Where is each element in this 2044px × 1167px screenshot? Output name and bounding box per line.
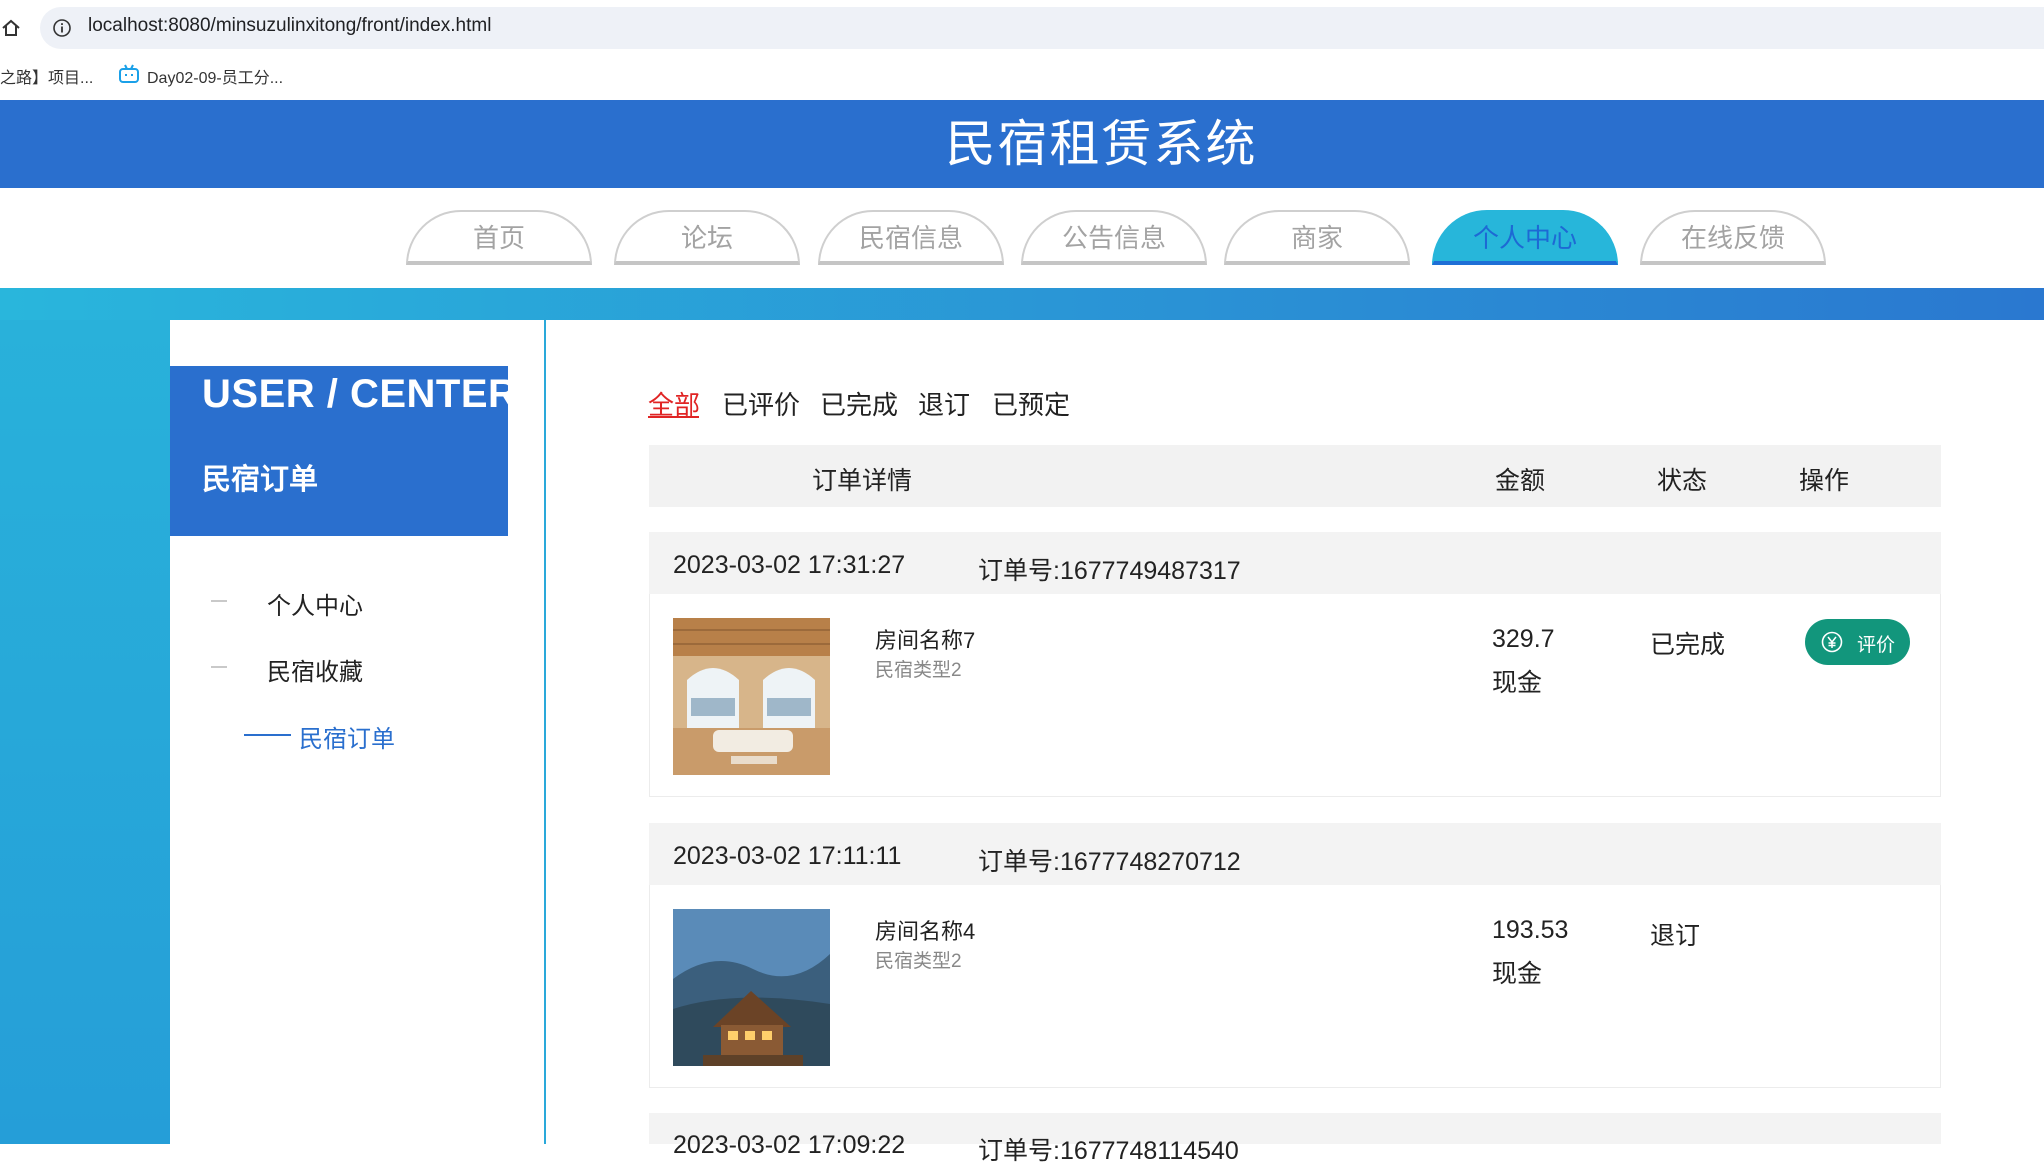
room-thumbnail[interactable] (673, 618, 830, 775)
order-row (649, 885, 1941, 1088)
room-type: 民宿类型2 (875, 951, 962, 972)
nav-tab-personal-center[interactable]: 个人中心 (1432, 210, 1618, 265)
filter-cancelled[interactable]: 退订 (918, 385, 970, 422)
user-center-subtitle: 民宿订单 (202, 464, 319, 496)
rate-button-label: 评价 (1857, 635, 1896, 656)
column-header-detail: 订单详情 (812, 467, 913, 495)
url-text[interactable]: localhost:8080/minsuzulinxitong/front/in… (88, 15, 491, 37)
order-row (649, 594, 1941, 797)
order-status: 退订 (1650, 922, 1701, 950)
content-background-top-strip (0, 288, 2044, 320)
order-number: 订单号:1677748114540 (978, 1137, 1239, 1165)
nav-tab-announcements[interactable]: 公告信息 (1021, 210, 1207, 265)
filter-active-underline (648, 416, 699, 418)
order-number: 订单号:1677748270712 (978, 848, 1241, 876)
order-amount: 193.53 (1492, 916, 1569, 944)
bookmarks-bar (0, 57, 2044, 100)
bookmark-item[interactable]: 之路】项目... (0, 64, 93, 88)
yen-icon (1821, 631, 1843, 653)
nav-tab-home[interactable]: 首页 (406, 210, 592, 265)
payment-type: 现金 (1492, 669, 1543, 697)
bilibili-tv-icon (119, 64, 139, 83)
sidebar-item-personal-center[interactable]: 个人中心 (267, 586, 363, 621)
site-title: 民宿租赁系统 (945, 116, 1258, 172)
room-thumbnail[interactable] (673, 909, 830, 1066)
order-date: 2023-03-02 17:09:22 (673, 1131, 906, 1159)
filter-booked[interactable]: 已预定 (992, 385, 1070, 422)
sidebar-item-dash (211, 666, 227, 668)
payment-type: 现金 (1492, 960, 1543, 988)
sidebar-item-orders[interactable]: 民宿订单 (299, 719, 395, 754)
column-header-status: 状态 (1657, 467, 1708, 495)
sidebar-item-dash (211, 600, 227, 602)
room-type: 民宿类型2 (875, 660, 962, 681)
user-center-title: USER / CENTER (202, 372, 518, 416)
room-name[interactable]: 房间名称7 (875, 623, 975, 655)
rate-button[interactable]: 评价 (1805, 619, 1910, 665)
order-status: 已完成 (1650, 631, 1726, 659)
column-header-amount: 金额 (1495, 467, 1546, 495)
bookmark-item[interactable]: Day02-09-员工分... (147, 64, 283, 88)
nav-tab-feedback[interactable]: 在线反馈 (1640, 210, 1826, 265)
room-name[interactable]: 房间名称4 (875, 914, 975, 946)
nav-tab-homestay-info[interactable]: 民宿信息 (818, 210, 1004, 265)
order-date: 2023-03-02 17:31:27 (673, 551, 906, 579)
order-date: 2023-03-02 17:11:11 (673, 842, 902, 870)
home-icon[interactable] (0, 17, 22, 39)
sidebar-active-indicator (244, 734, 291, 736)
order-amount: 329.7 (1492, 625, 1555, 653)
filter-completed[interactable]: 已完成 (820, 385, 898, 422)
sidebar-item-favorites[interactable]: 民宿收藏 (267, 652, 363, 687)
info-icon[interactable] (52, 18, 72, 38)
filter-rated[interactable]: 已评价 (722, 385, 800, 422)
order-number: 订单号:1677749487317 (978, 557, 1241, 585)
column-header-action: 操作 (1799, 467, 1850, 495)
nav-tab-forum[interactable]: 论坛 (614, 210, 800, 265)
nav-tab-merchants[interactable]: 商家 (1224, 210, 1410, 265)
